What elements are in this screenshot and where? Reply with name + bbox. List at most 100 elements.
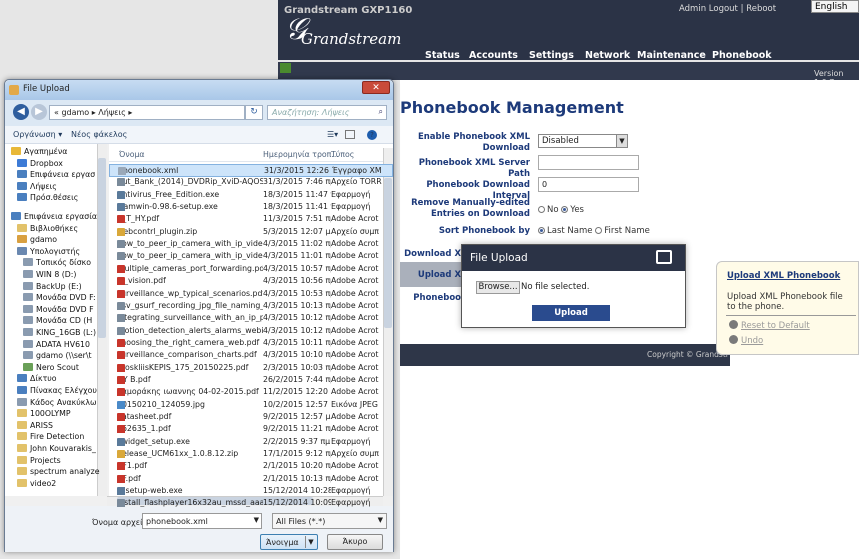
tree-item[interactable]: WIN 8 (D:) <box>23 270 76 279</box>
file-row[interactable]: 162635_1.pdf 9/2/2015 11:21 πμ Adobe Acrot <box>109 423 393 436</box>
tree-item[interactable]: Υπολογιστής <box>17 246 80 256</box>
file-row[interactable]: HY B.pdf 26/2/2015 7:44 πμ Adobe Acrot <box>109 374 393 387</box>
file-row[interactable]: wlsetup-web.exe 15/12/2014 10:28 πμΕφαρμο… <box>109 485 393 498</box>
remove-no-radio[interactable] <box>538 206 545 213</box>
preview-pane-icon[interactable] <box>345 130 355 139</box>
tree-item[interactable]: Projects <box>17 455 61 465</box>
reboot-link[interactable]: Reboot <box>746 4 776 14</box>
file-row[interactable]: RF.pdf 2/1/2015 10:13 πμ Adobe Acrot <box>109 473 393 486</box>
file-row[interactable]: Antivirus_Free_Edition.exe 18/3/2015 11:4… <box>109 189 393 202</box>
close-button[interactable]: ✕ <box>362 81 390 94</box>
tree-item[interactable]: Πίνακας Ελέγχου <box>17 386 97 395</box>
tree-item[interactable]: gdamo (\\ser\t <box>23 351 92 360</box>
refresh-icon[interactable]: ↻ <box>245 105 263 120</box>
file-row[interactable]: 20150210_124059.jpg 10/2/2015 12:57 μμΕικ… <box>109 399 393 412</box>
tree-item[interactable]: Πρόσ.θέσεις <box>17 193 78 202</box>
tree-item[interactable]: Βιβλιοθήκες <box>17 223 78 233</box>
file-row[interactable]: webcontrl_plugin.zip 5/3/2015 12:07 μμ Αρχ… <box>109 226 393 239</box>
tree-item[interactable]: Μονάδα DVD F <box>23 304 94 314</box>
file-row[interactable]: integrating_surveillance_with_an_ip_pbx_… <box>109 312 393 325</box>
tree-item[interactable]: Κάδος Ανακύκλω <box>17 397 97 407</box>
tree-item[interactable]: video2 <box>17 478 56 488</box>
sort-last-name-radio[interactable] <box>538 227 545 234</box>
tree-item[interactable]: Τοπικός δίσκο <box>23 258 91 267</box>
new-folder-button[interactable]: Νέος φάκελος <box>71 130 127 139</box>
file-row[interactable]: Release_UCM61xx_1.0.8.12.zip 17/1/2015 9:… <box>109 448 393 461</box>
tree-item[interactable]: BackUp (E:) <box>23 281 82 291</box>
file-row[interactable]: xwidget_setup.exe 2/2/2015 9:37 πμ Εφαρμογ… <box>109 436 393 449</box>
admin-logout-link[interactable]: Admin Logout <box>679 4 738 14</box>
language-select[interactable]: English <box>811 0 859 13</box>
help-icon[interactable]: ? <box>367 130 377 140</box>
nav-status[interactable]: Status <box>425 50 460 61</box>
tree-item[interactable]: Μονάδα DVD F: <box>23 293 96 302</box>
file-row[interactable]: B_T_HY.pdf 11/3/2015 7:51 πμ Adobe Acrot <box>109 213 393 226</box>
organize-button[interactable]: Οργάνωση ▾ <box>13 130 62 139</box>
filetype-select[interactable]: All Files (*.*) ▼ <box>272 513 387 529</box>
close-dialog-icon[interactable] <box>656 250 672 264</box>
upload-button[interactable]: Upload <box>532 305 610 321</box>
file-row[interactable]: choosing_the_right_camera_web.pdf 4/3/201… <box>109 337 393 350</box>
tree-item[interactable]: Μονάδα CD (H <box>23 316 92 325</box>
tree-item[interactable]: Fire Detection <box>17 432 84 441</box>
tree-item[interactable]: Επιφάνεια εργασ <box>17 170 95 179</box>
file-row[interactable]: datasheet.pdf 9/2/2015 12:57 μμ Adobe Acro… <box>109 411 393 424</box>
server-path-input[interactable] <box>538 155 639 170</box>
tree-item[interactable]: Dropbox <box>17 158 63 168</box>
file-row[interactable]: multiple_cameras_port_forwarding.pdf 4/3/… <box>109 263 393 276</box>
column-date[interactable]: Ημερομηνία τροπ... <box>263 150 339 159</box>
file-row[interactable]: phonebook.xml 31/3/2015 12:26 μμΈγγραφο X… <box>109 164 393 177</box>
nav-network[interactable]: Network <box>585 50 630 61</box>
back-arrow-icon[interactable]: ◀ <box>13 104 29 120</box>
reset-to-default-link[interactable]: Reset to Default <box>729 320 810 331</box>
tree-scroll-thumb[interactable] <box>98 158 106 338</box>
tree-item[interactable]: Λήψεις <box>17 181 57 191</box>
nav-maintenance[interactable]: Maintenance <box>637 50 706 61</box>
open-button[interactable]: Άνοιγμα ▼ <box>260 534 318 550</box>
filename-input[interactable]: phonebook.xml ▼ <box>142 513 262 529</box>
undo-link[interactable]: Undo <box>729 335 763 346</box>
file-row[interactable]: how_to_peer_ip_camera_with_ip_video_p...… <box>109 250 393 263</box>
tree-item[interactable]: ARISS <box>17 420 53 430</box>
sort-first-name-radio[interactable] <box>595 227 603 234</box>
file-row[interactable]: proskliisKEPIS_175_20150225.pdf 2/3/2015 … <box>109 362 393 375</box>
nav-phonebook[interactable]: Phonebook <box>712 50 772 61</box>
file-row[interactable]: δαμοράκης ιωαννης 04-02-2015.pdf 11/2/201… <box>109 386 393 399</box>
nav-accounts[interactable]: Accounts <box>469 50 518 61</box>
column-type[interactable]: Τύπος <box>331 150 354 159</box>
folder-icon <box>23 362 33 371</box>
file-icon <box>117 301 125 310</box>
file-row[interactable]: how_to_peer_ip_camera_with_ip_video_p...… <box>109 238 393 251</box>
search-input[interactable]: Αναζήτηση: Λήψεις ⌕ <box>267 105 387 120</box>
nav-settings[interactable]: Settings <box>529 50 574 61</box>
file-row[interactable]: surveillance_comparison_charts.pdf 4/3/20… <box>109 349 393 362</box>
remove-yes-radio[interactable] <box>561 206 569 213</box>
menu-toggle-icon[interactable] <box>280 63 291 73</box>
tree-item[interactable]: 100OLYMP <box>17 409 71 418</box>
file-row[interactable]: gsv_gsurf_recording_jpg_file_naming_sc..… <box>109 300 393 313</box>
tree-item[interactable]: spectrum analyze <box>17 467 100 476</box>
tree-item[interactable]: John Kouvarakis_ <box>17 444 96 453</box>
tree-item[interactable]: Επιφάνεια εργασία <box>11 212 97 221</box>
file-row[interactable]: Cut_Bank_(2014)_DVDRip_XviD-AQOS.tor...3… <box>109 176 393 189</box>
tree-item[interactable]: ADATA HV610 <box>23 339 90 349</box>
download-interval-input[interactable]: 0 <box>538 177 639 192</box>
forward-arrow-icon[interactable]: ▶ <box>31 104 47 120</box>
tree-item[interactable]: Δίκτυο <box>17 374 57 383</box>
file-row[interactable]: install_flashplayer16x32au_mssd_aaa_aih.… <box>109 497 393 510</box>
tree-item[interactable]: KING_16GB (L:) <box>23 328 96 337</box>
cancel-button[interactable]: Άκυρο <box>327 534 383 550</box>
view-options-icon[interactable]: ☰▾ <box>327 130 338 139</box>
tree-item[interactable]: Αγαπημένα <box>11 147 67 156</box>
tree-item[interactable]: gdamo <box>17 235 57 244</box>
file-row[interactable]: surveillance_wp_typical_scenarios.pdf 4/3… <box>109 288 393 301</box>
enable-xml-select[interactable]: Disabled ▼ <box>538 134 628 148</box>
file-row[interactable]: RF1.pdf 2/1/2015 10:20 πμ Adobe Acrot <box>109 460 393 473</box>
browse-button[interactable]: Browse... <box>476 281 520 294</box>
file-row[interactable]: clamwin-0.98.6-setup.exe 18/3/2015 11:41 … <box>109 201 393 214</box>
file-row[interactable]: motion_detection_alerts_alarms_webinar..… <box>109 325 393 338</box>
column-name[interactable]: Όνομα <box>119 150 145 159</box>
file-row[interactable]: ip_vision.pdf 4/3/2015 10:56 πμ Adobe Acro… <box>109 275 393 288</box>
breadcrumb[interactable]: « gdamo ▸ Λήψεις ▸ <box>49 105 245 120</box>
tree-item[interactable]: Nero Scout <box>23 362 79 372</box>
